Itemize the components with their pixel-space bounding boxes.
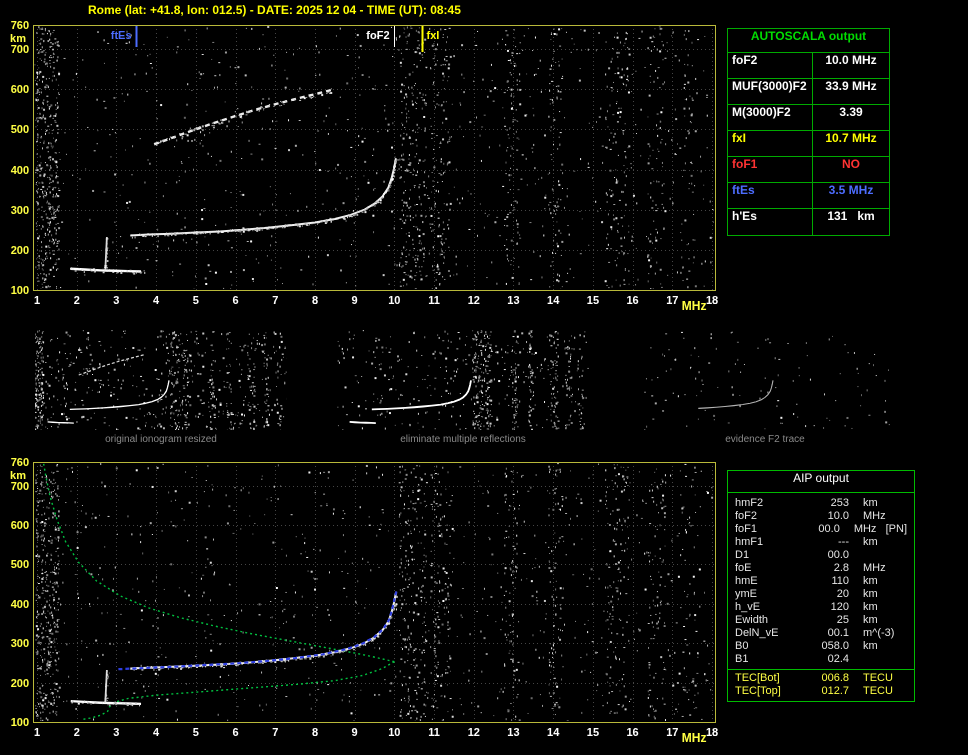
autoscala-row: MUF(3000)F2 33.9 MHz	[728, 79, 889, 105]
aip-param-value: 25	[836, 614, 849, 626]
top-ionogram-plot	[0, 18, 725, 314]
aip-param-name: hmF2	[735, 497, 764, 509]
aip-row: hmF1 --- km	[728, 536, 914, 549]
aip-row: ymE 20 km	[728, 588, 914, 601]
autoscala-param-name: M(3000)F2	[728, 105, 813, 130]
autoscala-window: Rome (lat: +41.8, lon: 012.5) - DATE: 20…	[0, 0, 968, 755]
autoscala-param-value: NO	[842, 157, 860, 171]
autoscala-table-rows: foF2 10.0 MHz MUF(3000)F2 33.9 MHz M(3000)F2…	[728, 53, 889, 235]
autoscala-param-name: fxI	[728, 131, 813, 156]
aip-row: B1 02.4	[728, 653, 914, 666]
aip-param-value: 00.1	[827, 627, 849, 639]
aip-row: foF1 00.0 MHz [PN]	[728, 523, 914, 536]
aip-param-value: 2.8	[833, 562, 849, 574]
aip-param-name: B0	[735, 640, 749, 652]
aip-param-value: 120	[830, 601, 849, 613]
autoscala-param-name: foF2	[728, 53, 813, 78]
aip-row: foE 2.8 MHz	[728, 562, 914, 575]
aip-param-name: DelN_vE	[735, 627, 779, 639]
aip-param-value: 110	[831, 575, 849, 587]
aip-row: B0 058.0 km	[728, 640, 914, 653]
aip-table-rows: hmF2 253 km foF2 10.0 MHz foF1 00.0 MHz [PN] hmF1…	[728, 497, 914, 698]
aip-param-name: D1	[735, 549, 750, 561]
autoscala-row: h'Es 131 km	[728, 209, 889, 235]
thumbnail-caption-reflections: eliminate multiple reflections	[400, 434, 526, 445]
aip-param-name: h_vE	[735, 601, 761, 613]
aip-param-name: TEC[Top]	[735, 685, 781, 697]
aip-param-unit: MHz	[863, 562, 886, 574]
autoscala-row: ftEs 3.5 MHz	[728, 183, 889, 209]
thumbnail-caption-original: original ionogram resized	[105, 434, 217, 445]
aip-row: D1 00.0	[728, 549, 914, 562]
bottom-ionogram-plot	[0, 455, 725, 755]
autoscala-table-title: AUTOSCALA output	[728, 29, 889, 53]
aip-param-unit: MHz [PN]	[853, 523, 907, 535]
thumbnail-caption-f2trace: evidence F2 trace	[725, 434, 805, 445]
autoscala-param-name: foF1	[728, 157, 813, 182]
aip-param-unit: TECU	[863, 685, 893, 697]
thumbnail-original-ionogram	[35, 330, 287, 430]
aip-param-value: ---	[838, 536, 849, 548]
thumbnail-eliminate-reflections	[337, 330, 589, 430]
station-date-title: Rome (lat: +41.8, lon: 012.5) - DATE: 20…	[88, 3, 461, 17]
aip-param-unit: km	[863, 536, 878, 548]
aip-param-name: ymE	[735, 588, 757, 600]
autoscala-param-value: 10.7 MHz	[825, 131, 877, 145]
aip-param-value: 253	[830, 497, 849, 509]
aip-param-value: 10.0	[827, 510, 849, 522]
aip-param-value: 012.7	[821, 685, 849, 697]
autoscala-param-value: 10.0 MHz	[825, 53, 877, 67]
aip-param-unit: km	[863, 614, 878, 626]
autoscala-row: fxI 10.7 MHz	[728, 131, 889, 157]
aip-param-name: Ewidth	[735, 614, 769, 626]
aip-param-value: 006.8	[821, 672, 849, 684]
aip-param-unit: MHz	[863, 510, 886, 522]
aip-param-unit: km	[863, 497, 878, 509]
autoscala-param-value: 3.39	[839, 105, 863, 119]
aip-param-unit: m^(-3)	[863, 627, 895, 639]
aip-param-unit: km	[863, 640, 878, 652]
autoscala-row: M(3000)F2 3.39	[728, 105, 889, 131]
aip-param-value: 02.4	[827, 653, 849, 665]
aip-row: TEC[Top] 012.7 TECU	[728, 685, 914, 698]
aip-row: hmE 110 km	[728, 575, 914, 588]
aip-param-value: 20	[836, 588, 849, 600]
thumbnail-evidence-f2-trace	[639, 330, 891, 430]
aip-param-name: TEC[Bot]	[735, 672, 780, 684]
aip-param-name: B1	[735, 653, 749, 665]
aip-param-unit: km	[863, 588, 878, 600]
aip-table-title: AIP output	[728, 471, 914, 493]
aip-param-unit: TECU	[863, 672, 893, 684]
autoscala-param-name: MUF(3000)F2	[728, 79, 813, 104]
aip-param-name: hmF1	[735, 536, 764, 548]
aip-param-name: foE	[735, 562, 752, 574]
autoscala-row: foF1 NO	[728, 157, 889, 183]
aip-param-name: foF2	[735, 510, 758, 522]
autoscala-param-value: 131 km	[827, 209, 875, 223]
aip-param-name: hmE	[735, 575, 758, 587]
aip-param-name: foF1	[735, 523, 758, 535]
aip-row: DelN_vE 00.1 m^(-3)	[728, 627, 914, 640]
aip-row: Ewidth 25 km	[728, 614, 914, 627]
autoscala-param-value: 33.9 MHz	[825, 79, 877, 93]
aip-tec-separator	[728, 669, 914, 670]
autoscala-param-name: h'Es	[728, 209, 813, 235]
autoscala-param-value: 3.5 MHz	[828, 183, 874, 197]
aip-param-unit: km	[863, 575, 878, 587]
aip-output-table: AIP output hmF2 253 km foF2 10.0 MHz foF1 00.0 M…	[727, 470, 915, 702]
autoscala-param-name: ftEs	[728, 183, 813, 208]
aip-row: foF2 10.0 MHz	[728, 510, 914, 523]
aip-param-value: 00.0	[827, 549, 849, 561]
autoscala-row: foF2 10.0 MHz	[728, 53, 889, 79]
aip-row: TEC[Bot] 006.8 TECU	[728, 672, 914, 685]
aip-param-value: 058.0	[821, 640, 849, 652]
aip-row: h_vE 120 km	[728, 601, 914, 614]
aip-param-unit: km	[863, 601, 878, 613]
aip-param-value: 00.0	[818, 523, 840, 535]
autoscala-output-table: AUTOSCALA output foF2 10.0 MHz MUF(3000)F2…	[727, 28, 890, 236]
aip-row: hmF2 253 km	[728, 497, 914, 510]
